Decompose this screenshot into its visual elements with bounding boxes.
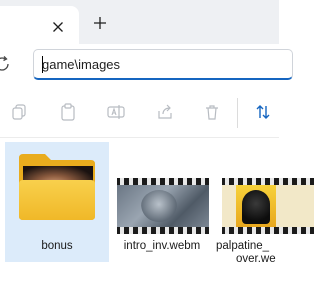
paste-icon[interactable] [55,99,81,125]
delete-icon[interactable] [199,99,225,125]
file-name-intro-inv: intro_inv.webm [123,240,201,252]
title-bar [0,0,279,44]
address-input[interactable]: game\images [33,49,293,80]
address-path: game\images [42,57,121,72]
toolbar-divider [237,98,238,128]
rename-icon[interactable] [103,99,129,125]
file-item-bonus[interactable]: bonus [5,142,109,262]
tab-current[interactable] [0,6,79,44]
refresh-icon[interactable] [0,53,14,75]
plus-icon[interactable] [89,12,111,34]
file-name-line-2: over.we [236,253,276,265]
sort-icon[interactable] [250,99,276,125]
file-name-bonus: bonus [41,240,73,252]
video-thumbnail [117,178,209,234]
file-item-intro-inv[interactable]: intro_inv.webm [110,142,214,262]
video-thumbnail [222,178,314,234]
share-icon[interactable] [152,99,178,125]
copy-icon[interactable] [6,99,32,125]
file-name-palpatine-over: palpatine_ over.we [216,240,286,266]
close-icon[interactable] [47,16,69,38]
file-name-line-1: palpatine_ [216,240,270,252]
address-row: game\images [0,44,293,86]
file-item-palpatine-over[interactable]: palpatine_ over.we [216,142,320,265]
folder-icon [19,154,95,220]
